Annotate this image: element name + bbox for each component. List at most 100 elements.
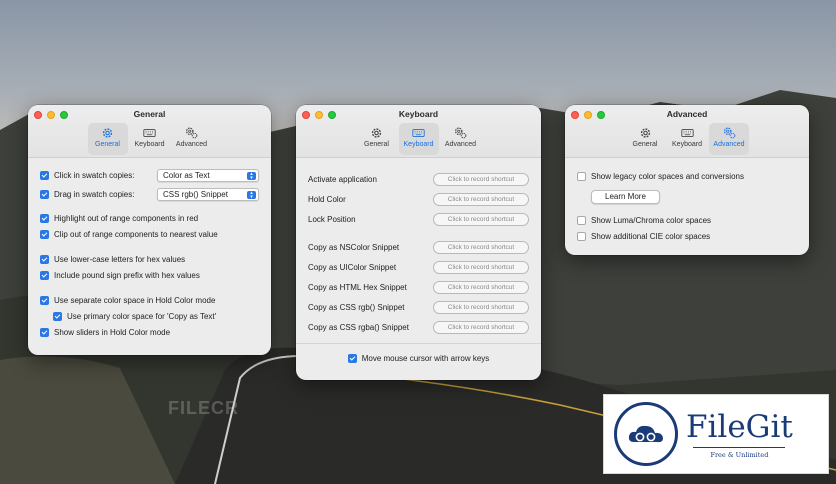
gear-icon: [102, 128, 113, 138]
window-title: General: [133, 109, 166, 119]
tab-general[interactable]: General: [625, 123, 665, 155]
shortcut-label: Copy as CSS rgba() Snippet: [308, 322, 409, 332]
pound-prefix-checkbox[interactable]: [40, 270, 49, 280]
filegit-tagline: Free & Unlimited: [693, 446, 786, 459]
option-row[interactable]: Use primary color space for 'Copy as Tex…: [40, 308, 259, 324]
click-copies-select[interactable]: Color as Text ▴ ▾: [157, 169, 259, 182]
shortcut-label: Activate application: [308, 174, 377, 184]
legacy-color-spaces-checkbox[interactable]: [577, 171, 586, 181]
drag-copies-checkbox[interactable]: [40, 190, 49, 199]
advanced-content: Show legacy color spaces and conversions…: [565, 158, 809, 252]
option-row[interactable]: Use separate color space in Hold Color m…: [40, 292, 259, 308]
select-value: CSS rgb() Snippet: [163, 190, 228, 199]
advanced-preferences-window: Advanced General Keyboard Advanced Show …: [565, 105, 809, 255]
shortcut-row: Lock Position Click to record shortcut: [308, 209, 529, 229]
cie-label: Show additional CIE color spaces: [591, 231, 711, 241]
option-label: Clip out of range components to nearest …: [54, 229, 218, 239]
arrow-keys-label: Move mouse cursor with arrow keys: [361, 353, 490, 363]
filegit-name: FileGit: [686, 408, 793, 445]
tab-label: General: [95, 141, 120, 148]
window-title: Advanced: [666, 109, 708, 119]
shortcut-recorder[interactable]: Click to record shortcut: [433, 192, 529, 206]
shortcut-label: Copy as NSColor Snippet: [308, 242, 400, 252]
learn-more-button[interactable]: Learn More: [591, 189, 660, 204]
tab-label: General: [632, 141, 658, 148]
option-label: Use primary color space for 'Copy as Tex…: [67, 311, 217, 321]
shortcut-recorder[interactable]: Click to record shortcut: [433, 172, 529, 186]
tab-keyboard[interactable]: Keyboard: [667, 123, 707, 155]
tab-keyboard[interactable]: Keyboard: [398, 123, 439, 155]
shortcut-row: Hold Color Click to record shortcut: [308, 189, 529, 209]
keyboard-icon: [143, 129, 156, 137]
preference-tabs: General Keyboard Advanced: [28, 123, 271, 155]
option-label: Highlight out of range components in red: [54, 213, 199, 223]
shortcut-row: Copy as CSS rgb() Snippet Click to recor…: [308, 297, 529, 317]
gears-icon: [723, 127, 735, 139]
shortcut-recorder[interactable]: Click to record shortcut: [433, 280, 529, 294]
tab-label: Advanced: [175, 141, 208, 148]
drag-copies-select[interactable]: CSS rgb() Snippet ▴ ▾: [157, 188, 259, 201]
tab-label: Keyboard: [672, 141, 702, 148]
gear-icon: [371, 128, 382, 138]
keyboard-icon: [680, 129, 694, 137]
option-row[interactable]: Highlight out of range components in red: [40, 210, 259, 226]
general-toolbar: General General Keyboard Advanced: [28, 105, 271, 158]
shortcut-label: Copy as HTML Hex Snippet: [308, 282, 407, 292]
filecr-watermark: FILECR: [168, 398, 239, 418]
drag-copies-row: Drag in swatch copies: CSS rgb() Snippet…: [40, 185, 259, 204]
shortcut-row: Copy as HTML Hex Snippet Click to record…: [308, 277, 529, 297]
tab-label: Advanced: [713, 141, 745, 148]
cie-row[interactable]: Show additional CIE color spaces: [577, 228, 797, 244]
general-content: Click in swatch copies: Color as Text ▴ ▾…: [28, 158, 271, 348]
show-sliders-checkbox[interactable]: [40, 327, 49, 337]
filegit-logo-badge: FileGit Free & Unlimited: [603, 394, 829, 474]
preference-tabs: General Keyboard Advanced: [565, 123, 809, 155]
window-title: Keyboard: [398, 109, 439, 119]
shortcut-recorder[interactable]: Click to record shortcut: [433, 212, 529, 226]
preference-tabs: General Keyboard Advanced: [296, 123, 541, 155]
luma-chroma-checkbox[interactable]: [577, 215, 586, 225]
filegit-wordmark: FileGit Free & Unlimited: [686, 410, 793, 459]
arrow-keys-row[interactable]: Move mouse cursor with arrow keys: [308, 350, 529, 366]
click-copies-checkbox[interactable]: [40, 171, 49, 180]
separate-color-space-checkbox[interactable]: [40, 295, 49, 305]
option-label: Use separate color space in Hold Color m…: [54, 295, 216, 305]
click-copies-label: Click in swatch copies:: [54, 171, 135, 180]
arrow-keys-checkbox[interactable]: [347, 353, 357, 363]
drag-copies-label: Drag in swatch copies:: [54, 190, 135, 199]
cie-color-spaces-checkbox[interactable]: [577, 231, 586, 241]
chevron-up-down-icon: ▴ ▾: [247, 172, 256, 181]
tab-advanced[interactable]: Advanced: [709, 123, 749, 155]
shortcut-recorder[interactable]: Click to record shortcut: [433, 260, 529, 274]
shortcut-row: Copy as NSColor Snippet Click to record …: [308, 237, 529, 257]
click-copies-row: Click in swatch copies: Color as Text ▴ ▾: [40, 166, 259, 185]
tab-label: General: [364, 141, 389, 148]
shortcut-label: Copy as CSS rgb() Snippet: [308, 302, 405, 312]
option-row[interactable]: Include pound sign prefix with hex value…: [40, 267, 259, 283]
luma-row[interactable]: Show Luma/Chroma color spaces: [577, 212, 797, 228]
option-label: Include pound sign prefix with hex value…: [54, 270, 200, 280]
primary-color-space-checkbox[interactable]: [53, 311, 62, 321]
tab-label: Keyboard: [403, 141, 434, 148]
option-row[interactable]: Show sliders in Hold Color mode: [40, 324, 259, 340]
gears-icon: [454, 127, 467, 139]
chevron-up-down-icon: ▴ ▾: [247, 191, 256, 200]
tab-advanced[interactable]: Advanced: [172, 123, 212, 155]
keyboard-content: Activate application Click to record sho…: [296, 158, 541, 374]
option-row[interactable]: Use lower-case letters for hex values: [40, 251, 259, 267]
select-value: Color as Text: [163, 171, 210, 180]
tab-advanced[interactable]: Advanced: [441, 123, 481, 155]
advanced-toolbar: Advanced General Keyboard Advanced: [565, 105, 809, 158]
shortcut-recorder[interactable]: Click to record shortcut: [433, 240, 529, 254]
clip-out-of-range-checkbox[interactable]: [40, 229, 49, 239]
shortcut-recorder[interactable]: Click to record shortcut: [433, 320, 529, 334]
legacy-row[interactable]: Show legacy color spaces and conversions: [577, 168, 797, 184]
highlight-out-of-range-checkbox[interactable]: [40, 213, 49, 223]
lowercase-hex-checkbox[interactable]: [40, 254, 49, 264]
shortcut-recorder[interactable]: Click to record shortcut: [433, 300, 529, 314]
tab-keyboard[interactable]: Keyboard: [130, 123, 170, 155]
tab-general[interactable]: General: [357, 123, 397, 155]
tab-general[interactable]: General: [87, 123, 128, 155]
gears-icon: [185, 127, 198, 139]
option-row[interactable]: Clip out of range components to nearest …: [40, 226, 259, 242]
